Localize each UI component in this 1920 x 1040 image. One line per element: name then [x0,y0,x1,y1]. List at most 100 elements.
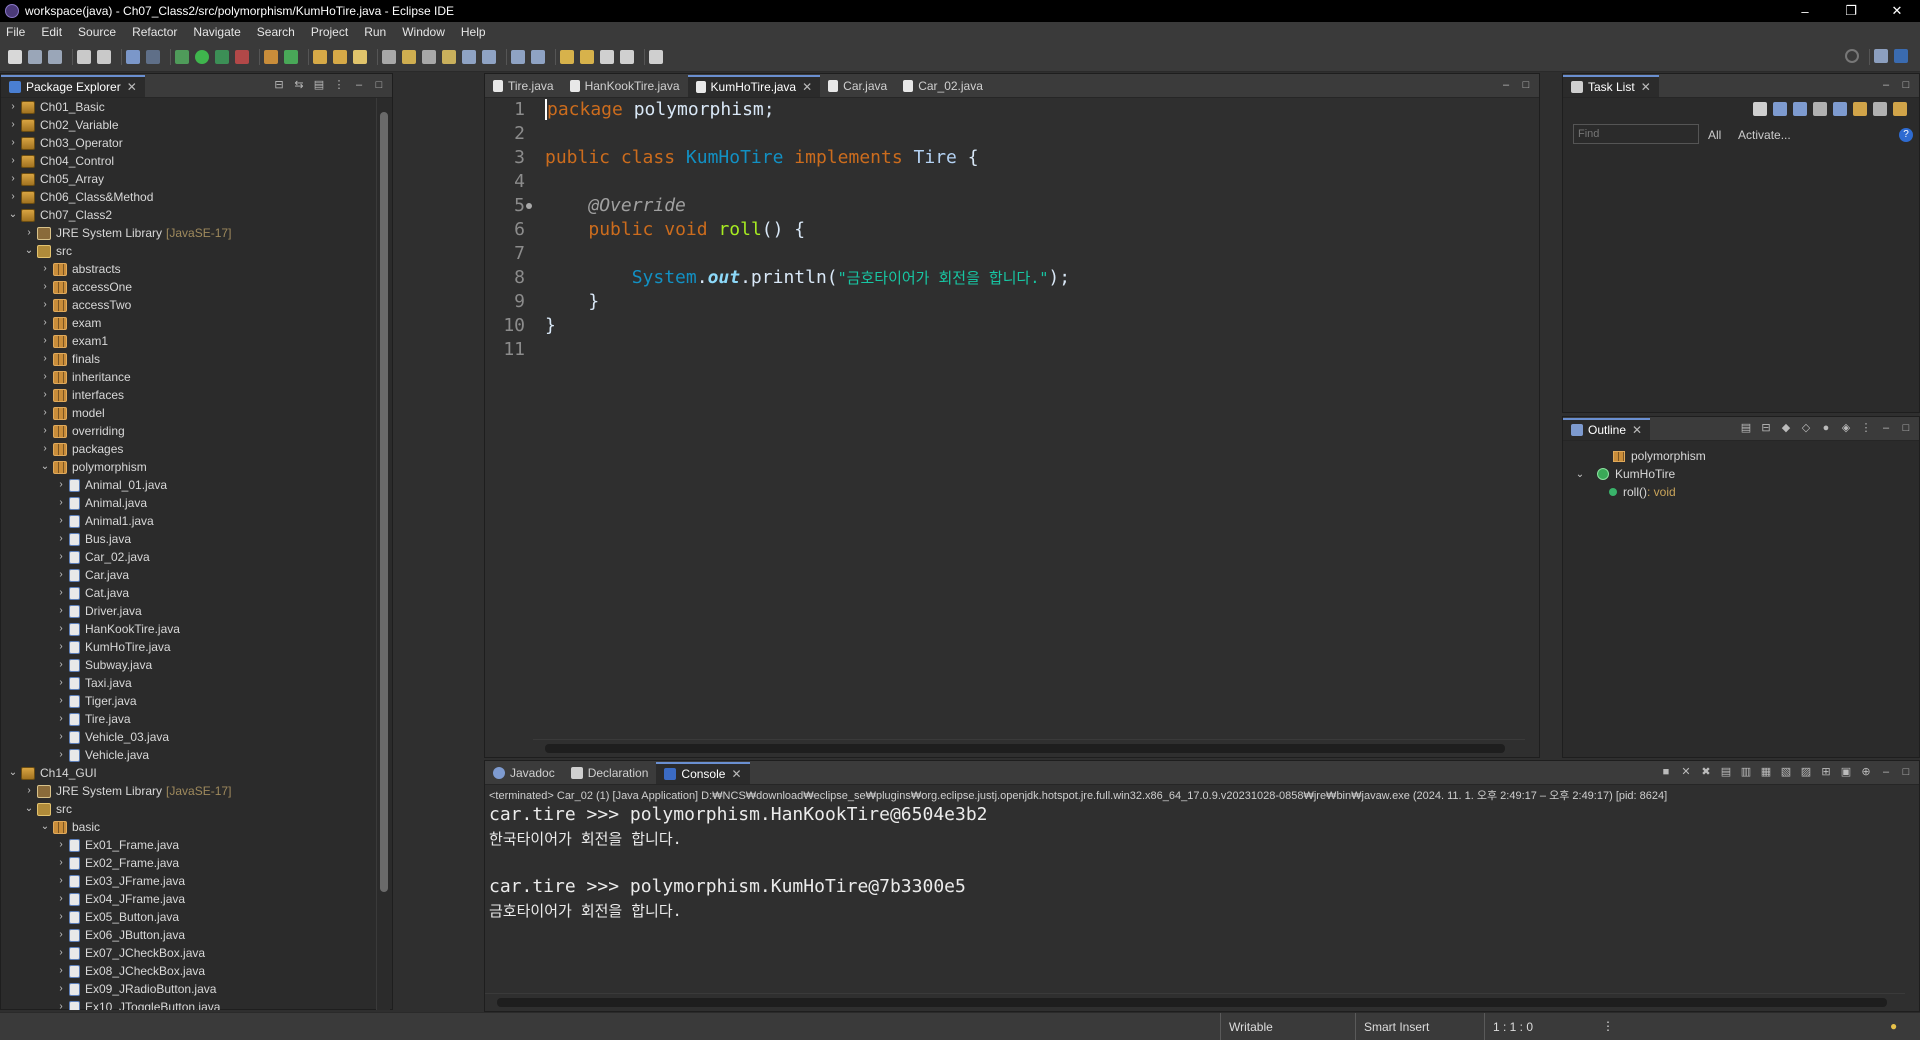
hide-fields-icon[interactable]: ◆ [1779,421,1793,435]
focus-icon[interactable] [1833,102,1847,116]
tree-item[interactable]: › Ch06_Class&Method [1,188,377,206]
java-perspective-icon[interactable] [1894,49,1908,63]
menu-run[interactable]: Run [364,25,386,39]
tree-item[interactable]: › Cat.java [1,584,377,602]
menu-project[interactable]: Project [311,25,348,39]
pin-editor-icon[interactable] [649,49,663,64]
chevron-right-icon[interactable]: › [55,494,67,512]
chevron-right-icon[interactable]: › [55,548,67,566]
maximize-view-icon[interactable]: □ [1899,765,1913,779]
hide-local-types-icon[interactable]: ◈ [1839,421,1853,435]
tree-item[interactable]: › Ch04_Control [1,152,377,170]
remove-launch-icon[interactable]: ✕ [1679,765,1693,779]
display-console-icon[interactable]: ▣ [1839,765,1853,779]
last-edit-icon[interactable] [560,49,574,64]
task-repository-icon[interactable] [1893,102,1907,116]
chevron-right-icon[interactable]: › [39,314,51,332]
tree-item[interactable]: › Ex02_Frame.java [1,854,377,872]
chevron-right-icon[interactable]: › [7,152,19,170]
forward-icon[interactable] [620,49,634,64]
filter-icon[interactable]: ▤ [312,78,326,92]
tree-item[interactable]: › Vehicle.java [1,746,377,764]
console-vertical-scrollbar[interactable] [1903,803,1917,993]
external-tools-icon[interactable] [235,49,249,64]
tree-item[interactable]: › Ex10_JToggleButton.java [1,998,377,1010]
tab-kumhotire-java[interactable]: KumHoTire.java ✕ [687,75,821,97]
next-annotation-icon[interactable] [511,49,525,64]
debug-icon[interactable] [175,49,189,64]
new-java-project-icon[interactable] [264,49,278,64]
new-class-icon[interactable] [284,49,298,64]
tree-item[interactable]: › interfaces [1,386,377,404]
block-selection-icon[interactable] [422,49,436,64]
open-task-icon[interactable] [333,49,347,64]
chevron-right-icon[interactable]: › [39,260,51,278]
save-all-icon[interactable] [48,49,62,64]
tree-item[interactable]: › Ex08_JCheckBox.java [1,962,377,980]
search-icon[interactable] [1845,49,1859,63]
scrollbar-thumb[interactable] [545,744,1505,753]
highlight-icon[interactable] [402,49,416,64]
show-on-error-icon[interactable]: ▨ [1799,765,1813,779]
hide-completed-icon[interactable] [1813,102,1827,116]
close-icon[interactable]: ✕ [802,80,812,94]
tree-item[interactable]: › Car_02.java [1,548,377,566]
show-whitespace-icon[interactable] [462,49,476,64]
menu-file[interactable]: File [6,25,25,39]
tree-item[interactable]: › Tire.java [1,710,377,728]
tree-item[interactable]: › Driver.java [1,602,377,620]
help-icon[interactable]: ? [1899,128,1913,142]
activate-link[interactable]: Activate... [1738,128,1791,142]
terminal-icon[interactable] [126,49,140,64]
hide-static-icon[interactable]: ◇ [1799,421,1813,435]
chevron-right-icon[interactable]: › [55,530,67,548]
maximize-view-icon[interactable]: □ [1519,78,1533,92]
tree-item[interactable]: › inheritance [1,368,377,386]
toggle-mark-icon[interactable] [382,49,396,64]
chevron-right-icon[interactable]: › [39,350,51,368]
collapse-icon[interactable] [1873,102,1887,116]
chevron-right-icon[interactable]: › [55,746,67,764]
chevron-right-icon[interactable]: › [55,476,67,494]
tree-item[interactable]: › exam1 [1,332,377,350]
view-menu-icon[interactable]: ⋮ [1859,421,1873,435]
tab-car-java[interactable]: Car.java [820,75,895,97]
chevron-right-icon[interactable]: › [7,170,19,188]
sort-icon[interactable]: ▤ [1739,421,1753,435]
outline-class-row[interactable]: ⌄ KumHoTire [1573,467,1675,481]
word-wrap-icon[interactable] [442,49,456,64]
terminate-icon[interactable]: ■ [1659,765,1673,779]
tree-item[interactable]: › model [1,404,377,422]
chevron-right-icon[interactable]: › [39,332,51,350]
tree-item[interactable]: ⌄ polymorphism [1,458,377,476]
run-icon[interactable] [195,49,209,64]
tab-console[interactable]: Console ✕ [656,762,750,784]
tree-item[interactable]: › Taxi.java [1,674,377,692]
word-wrap-icon[interactable]: ▦ [1759,765,1773,779]
tree-item[interactable]: › Ch01_Basic [1,98,377,116]
chevron-right-icon[interactable]: › [55,890,67,908]
collapse-all-icon[interactable]: ⊟ [1759,421,1773,435]
chevron-right-icon[interactable]: › [55,926,67,944]
all-link[interactable]: All [1708,128,1721,142]
previous-annotation-icon[interactable] [531,49,545,64]
tree-item[interactable]: › Ex05_Button.java [1,908,377,926]
tab-task-list[interactable]: Task List ✕ [1563,75,1659,97]
chevron-right-icon[interactable]: › [55,620,67,638]
tree-item[interactable]: › exam [1,314,377,332]
coverage-icon[interactable] [215,49,229,64]
hide-nonpublic-icon[interactable]: ● [1819,421,1833,435]
console-output[interactable]: car.tire >>> polymorphism.HanKookTire@65… [489,803,1899,923]
status-cursor-position[interactable]: 1 : 1 : 0 [1484,1013,1594,1040]
menu-edit[interactable]: Edit [41,25,62,39]
skip-breakpoints-icon[interactable] [146,49,160,64]
tree-item[interactable]: › Vehicle_03.java [1,728,377,746]
view-menu-icon[interactable]: ⋮ [332,78,346,92]
chevron-right-icon[interactable]: › [55,980,67,998]
menu-source[interactable]: Source [78,25,116,39]
tree-item[interactable]: › HanKookTire.java [1,620,377,638]
chevron-down-icon[interactable]: ⌄ [23,242,35,260]
chevron-down-icon[interactable]: ⌄ [7,206,19,224]
outline-package-row[interactable]: polymorphism [1613,449,1706,463]
tree-item[interactable]: › Ch05_Array [1,170,377,188]
